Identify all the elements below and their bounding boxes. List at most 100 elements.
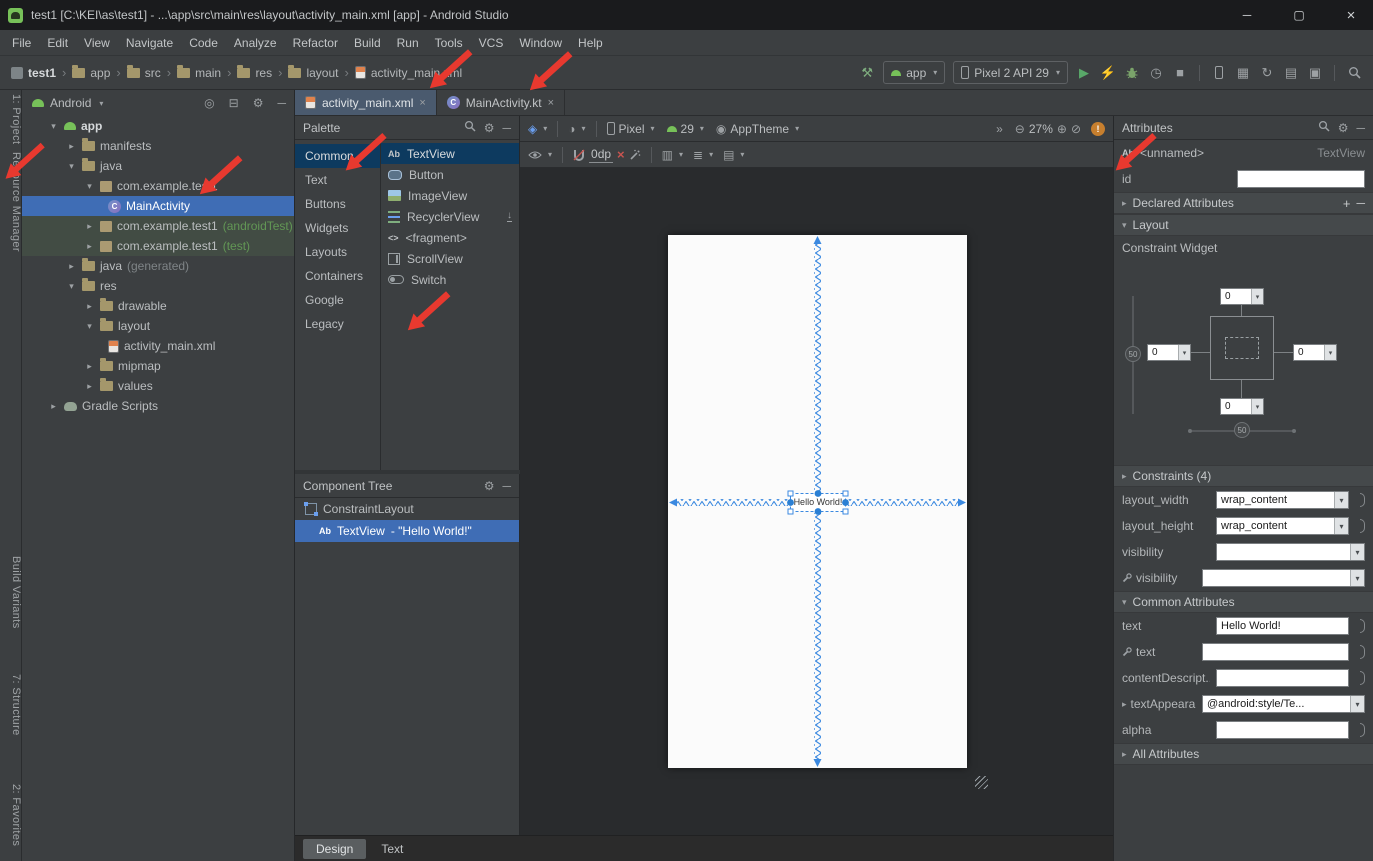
toolwindow-project[interactable]: 1: Project bbox=[0, 94, 22, 144]
palette-category-text[interactable]: Text bbox=[295, 168, 380, 192]
constraint-widget[interactable]: 50 0 ▾ 0 ▾ 0 ▾ 0 ▾ bbox=[1114, 260, 1373, 465]
content-description-input[interactable] bbox=[1216, 669, 1349, 687]
menu-refactor[interactable]: Refactor bbox=[285, 30, 346, 55]
tab-activity-main-xml[interactable]: activity_main.xml × bbox=[295, 90, 437, 115]
collapse-arrow-icon[interactable]: ▾ bbox=[84, 181, 95, 192]
margin-bottom-selector[interactable]: 0 ▾ bbox=[1220, 398, 1264, 415]
text-appearance-selector[interactable]: @android:style/Te... ▾ bbox=[1202, 695, 1365, 713]
remove-attribute-button[interactable]: ─ bbox=[1356, 196, 1365, 210]
breadcrumb-app[interactable]: app bbox=[69, 66, 113, 80]
zoom-in-button[interactable]: ⊕ bbox=[1057, 122, 1067, 136]
palette-item-scrollview[interactable]: ScrollView bbox=[381, 248, 519, 269]
text-input[interactable]: Hello World! bbox=[1216, 617, 1349, 635]
errors-warning-badge[interactable]: ! bbox=[1091, 122, 1105, 136]
palette-category-google[interactable]: Google bbox=[295, 288, 380, 312]
toolwindow-build-variants[interactable]: Build Variants bbox=[0, 556, 22, 629]
menu-run[interactable]: Run bbox=[389, 30, 427, 55]
tab-mainactivity-kt[interactable]: C MainActivity.kt × bbox=[437, 90, 565, 115]
autoconnect-magnet-icon[interactable] bbox=[573, 149, 585, 161]
palette-category-widgets[interactable]: Widgets bbox=[295, 216, 380, 240]
section-layout[interactable]: ▾ Layout bbox=[1114, 214, 1373, 236]
palette-category-layouts[interactable]: Layouts bbox=[295, 240, 380, 264]
vertical-bias-knob[interactable]: 50 bbox=[1125, 346, 1141, 362]
toolwindow-favorites[interactable]: 2: Favorites bbox=[0, 784, 22, 846]
tree-item-java[interactable]: ▾ java bbox=[22, 156, 294, 176]
breadcrumb-activity-main[interactable]: activity_main.xml bbox=[352, 66, 465, 80]
menu-view[interactable]: View bbox=[76, 30, 118, 55]
palette-item-imageview[interactable]: ImageView bbox=[381, 185, 519, 206]
tree-item-mipmap[interactable]: ▸ mipmap bbox=[22, 356, 294, 376]
tools-visibility-selector[interactable]: ▾ bbox=[1202, 569, 1365, 587]
zoom-to-fit-button[interactable]: ⊘ bbox=[1071, 122, 1081, 136]
tree-item-values[interactable]: ▸ values bbox=[22, 376, 294, 396]
profile-button[interactable]: ◷ bbox=[1145, 61, 1167, 85]
breadcrumb-src[interactable]: src bbox=[124, 66, 164, 80]
maximize-button[interactable]: ▢ bbox=[1277, 0, 1321, 30]
expand-arrow-icon[interactable]: ▸ bbox=[66, 141, 77, 152]
locate-file-icon[interactable]: ◎ bbox=[204, 96, 214, 110]
collapse-all-icon[interactable]: ⊟ bbox=[229, 96, 239, 110]
tree-item-mainactivity[interactable]: C MainActivity bbox=[22, 196, 294, 216]
tree-item-java-generated[interactable]: ▸ java (generated) bbox=[22, 256, 294, 276]
tab-design[interactable]: Design bbox=[303, 839, 366, 859]
align-icon[interactable]: ≣ bbox=[693, 148, 703, 162]
hide-panel-icon[interactable]: ─ bbox=[502, 479, 511, 493]
settings-gear-icon[interactable]: ⚙ bbox=[484, 479, 495, 493]
margin-top-selector[interactable]: 0 ▾ bbox=[1220, 288, 1264, 305]
run-config-selector[interactable]: app ▾ bbox=[883, 61, 945, 84]
settings-gear-icon[interactable]: ⚙ bbox=[484, 121, 495, 135]
sdk-manager-icon[interactable]: ▦ bbox=[1232, 61, 1254, 85]
constraint-widget-box[interactable] bbox=[1210, 316, 1274, 380]
tree-item-res[interactable]: ▾ res bbox=[22, 276, 294, 296]
pack-icon[interactable]: ▤ bbox=[723, 148, 734, 162]
menu-edit[interactable]: Edit bbox=[39, 30, 76, 55]
attributes-search-icon[interactable] bbox=[1318, 120, 1330, 135]
visibility-selector[interactable]: ▾ bbox=[1216, 543, 1365, 561]
flag-toggle[interactable] bbox=[1360, 723, 1365, 737]
layout-width-selector[interactable]: wrap_content ▾ bbox=[1216, 491, 1349, 509]
target-device-selector[interactable]: Pixel 2 API 29 ▾ bbox=[953, 61, 1068, 84]
tree-item-gradle-scripts[interactable]: ▸ Gradle Scripts bbox=[22, 396, 294, 416]
hide-panel-icon[interactable]: ─ bbox=[502, 121, 511, 135]
minimize-button[interactable]: ─ bbox=[1225, 0, 1269, 30]
tree-item-activity-main-xml[interactable]: activity_main.xml bbox=[22, 336, 294, 356]
orientation-icon[interactable]: ◑ bbox=[568, 122, 575, 136]
expand-arrow-icon[interactable]: ▸ bbox=[84, 381, 95, 392]
expand-arrow-icon[interactable]: ▸ bbox=[48, 401, 59, 412]
tab-text[interactable]: Text bbox=[368, 839, 416, 859]
palette-category-buttons[interactable]: Buttons bbox=[295, 192, 380, 216]
menu-window[interactable]: Window bbox=[511, 30, 570, 55]
tool-windows-icon[interactable]: ▣ bbox=[1304, 61, 1326, 85]
tree-item-manifests[interactable]: ▸ manifests bbox=[22, 136, 294, 156]
breadcrumb-layout[interactable]: layout bbox=[285, 66, 341, 80]
collapse-arrow-icon[interactable]: ▾ bbox=[66, 281, 77, 292]
add-attribute-button[interactable]: + bbox=[1343, 196, 1351, 211]
guidelines-icon[interactable]: ▥ bbox=[662, 148, 673, 162]
debug-button[interactable] bbox=[1121, 61, 1143, 85]
avd-manager-icon[interactable] bbox=[1208, 61, 1230, 85]
build-hammer-icon[interactable]: ⚒ bbox=[856, 61, 878, 85]
expand-arrow-icon[interactable]: ▸ bbox=[84, 301, 95, 312]
palette-item-fragment[interactable]: <> <fragment> bbox=[381, 227, 519, 248]
more-actions-icon[interactable]: » bbox=[996, 122, 1003, 136]
horizontal-bias-knob[interactable]: 50 bbox=[1234, 422, 1250, 438]
stop-button[interactable]: ■ bbox=[1169, 61, 1191, 85]
design-canvas[interactable]: Hello World! bbox=[520, 168, 1113, 835]
tree-item-package-test[interactable]: ▸ com.example.test1 (test) bbox=[22, 236, 294, 256]
close-button[interactable]: × bbox=[1329, 0, 1373, 30]
palette-category-containers[interactable]: Containers bbox=[295, 264, 380, 288]
palette-item-recyclerview[interactable]: RecyclerView ↓ bbox=[381, 206, 519, 227]
collapse-arrow-icon[interactable]: ▾ bbox=[84, 321, 95, 332]
menu-code[interactable]: Code bbox=[181, 30, 226, 55]
palette-item-textview[interactable]: Ab TextView bbox=[381, 143, 519, 164]
toolwindow-resource-manager[interactable]: Resource Manager bbox=[0, 152, 22, 252]
palette-search-icon[interactable] bbox=[464, 120, 476, 135]
project-view-selector[interactable]: Android bbox=[50, 96, 91, 110]
flag-toggle[interactable] bbox=[1360, 671, 1365, 685]
breadcrumb-project[interactable]: test1 bbox=[8, 66, 59, 80]
collapse-arrow-icon[interactable]: ▾ bbox=[66, 161, 77, 172]
tree-item-layout[interactable]: ▾ layout bbox=[22, 316, 294, 336]
palette-item-button[interactable]: Button bbox=[381, 164, 519, 185]
flag-toggle[interactable] bbox=[1360, 519, 1365, 533]
breadcrumb-res[interactable]: res bbox=[234, 66, 275, 80]
